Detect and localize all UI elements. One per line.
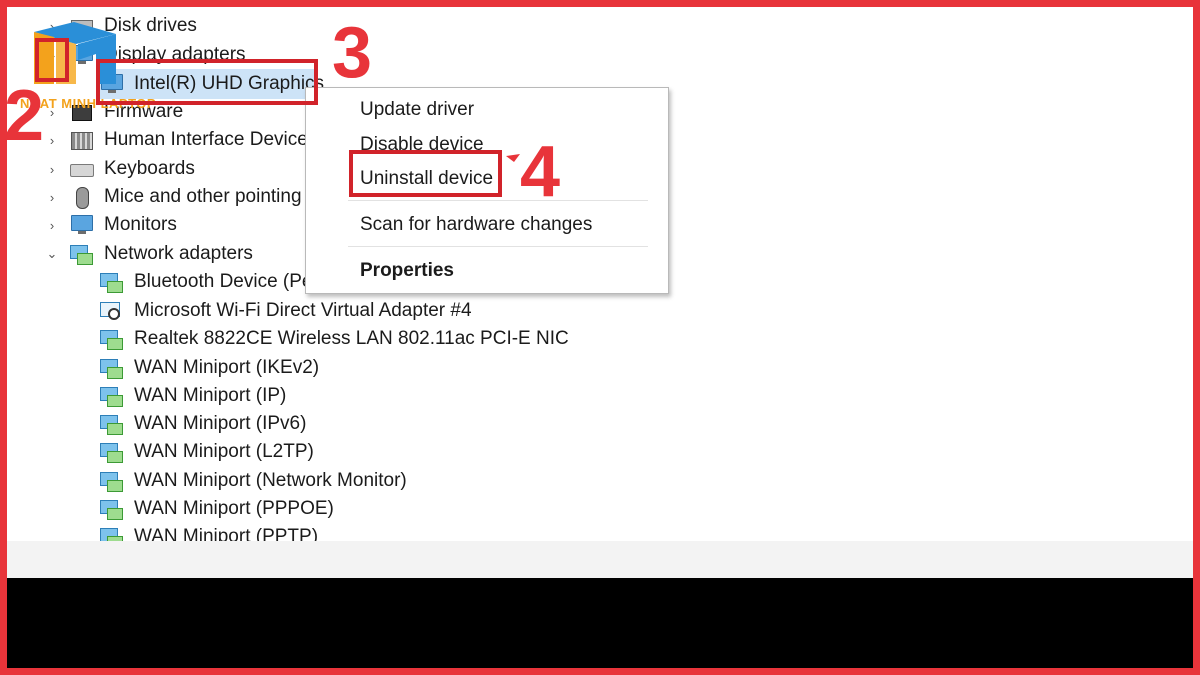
tree-item-label: Mice and other pointing xyxy=(104,186,302,207)
tree-item-label: Bluetooth Device (Per xyxy=(134,271,319,292)
monitor-icon xyxy=(70,214,94,236)
tree-item-monitors[interactable]: Monitors xyxy=(70,211,177,239)
chevron-down-icon[interactable]: ⌄ xyxy=(45,240,59,268)
tree-item-label: Human Interface Devices xyxy=(104,129,318,150)
tree-item-label: Network adapters xyxy=(104,243,253,264)
tree-item-label: Keyboards xyxy=(104,158,195,179)
keyboard-icon xyxy=(70,158,94,180)
step-number-3: 3 xyxy=(332,13,373,93)
network-icon xyxy=(100,357,124,379)
network-icon xyxy=(100,328,124,350)
tree-item-keyboards[interactable]: Keyboards xyxy=(70,155,195,183)
tree-item-wan-ip[interactable]: WAN Miniport (IP) xyxy=(100,382,286,410)
tree-item-wan-network-monitor[interactable]: WAN Miniport (Network Monitor) xyxy=(100,467,407,495)
tree-item-label: Monitors xyxy=(104,214,177,235)
tree-item-wan-ipv6[interactable]: WAN Miniport (IPv6) xyxy=(100,410,306,438)
tree-item-mice[interactable]: Mice and other pointing xyxy=(70,183,302,211)
tree-item-label: Realtek 8822CE Wireless LAN 802.11ac PCI… xyxy=(134,328,569,349)
tree-item-wan-pptp[interactable]: WAN Miniport (PPTP) xyxy=(100,523,318,541)
step-number-2: 2 xyxy=(4,76,45,156)
step-number-4: 4 xyxy=(520,132,561,212)
chevron-right-icon[interactable]: › xyxy=(45,211,59,239)
arrow-pointer-icon xyxy=(506,154,520,162)
menu-item-scan-hardware[interactable]: Scan for hardware changes xyxy=(360,210,592,240)
network-icon xyxy=(100,413,124,435)
network-icon xyxy=(70,243,94,265)
tree-item-label: WAN Miniport (L2TP) xyxy=(134,441,314,462)
callout-box-intel-graphics xyxy=(96,59,318,105)
callout-box-uninstall xyxy=(349,150,502,197)
chevron-right-icon[interactable]: › xyxy=(45,126,59,154)
network-icon xyxy=(100,470,124,492)
tree-item-label: WAN Miniport (IP) xyxy=(134,385,287,406)
tree-item-wifi-direct-adapter[interactable]: Microsoft Wi-Fi Direct Virtual Adapter #… xyxy=(100,297,472,325)
tree-item-bluetooth-device[interactable]: Bluetooth Device (Per xyxy=(100,268,319,296)
tree-item-label: Microsoft Wi-Fi Direct Virtual Adapter #… xyxy=(134,300,472,321)
tree-item-label: WAN Miniport (IKEv2) xyxy=(134,357,320,378)
tree-item-realtek-nic[interactable]: Realtek 8822CE Wireless LAN 802.11ac PCI… xyxy=(100,325,569,353)
tree-item-label: WAN Miniport (IPv6) xyxy=(134,413,307,434)
status-band xyxy=(7,541,1193,578)
menu-item-properties[interactable]: Properties xyxy=(360,256,454,286)
network-icon xyxy=(100,385,124,407)
menu-separator xyxy=(348,200,648,201)
tree-item-label: WAN Miniport (PPTP) xyxy=(134,526,319,541)
chevron-right-icon[interactable]: › xyxy=(45,183,59,211)
network-icon xyxy=(100,271,124,293)
menu-item-update-driver[interactable]: Update driver xyxy=(360,95,474,125)
taskbar-area xyxy=(7,578,1193,668)
tree-item-wan-ikev2[interactable]: WAN Miniport (IKEv2) xyxy=(100,354,319,382)
wifi-adapter-icon xyxy=(100,300,124,322)
tree-item-human-interface-devices[interactable]: Human Interface Devices xyxy=(70,126,317,154)
menu-separator xyxy=(348,246,648,247)
tree-item-label: WAN Miniport (Network Monitor) xyxy=(134,470,407,491)
chevron-right-icon[interactable]: › xyxy=(45,155,59,183)
tree-item-wan-pppoe[interactable]: WAN Miniport (PPPOE) xyxy=(100,495,334,523)
network-icon xyxy=(100,498,124,520)
hid-icon xyxy=(70,129,94,151)
network-icon xyxy=(100,526,124,541)
tree-item-wan-l2tp[interactable]: WAN Miniport (L2TP) xyxy=(100,438,314,466)
tree-item-network-adapters[interactable]: Network adapters xyxy=(70,240,253,268)
network-icon xyxy=(100,441,124,463)
mouse-icon xyxy=(70,186,94,209)
tree-item-label: WAN Miniport (PPPOE) xyxy=(134,498,334,519)
